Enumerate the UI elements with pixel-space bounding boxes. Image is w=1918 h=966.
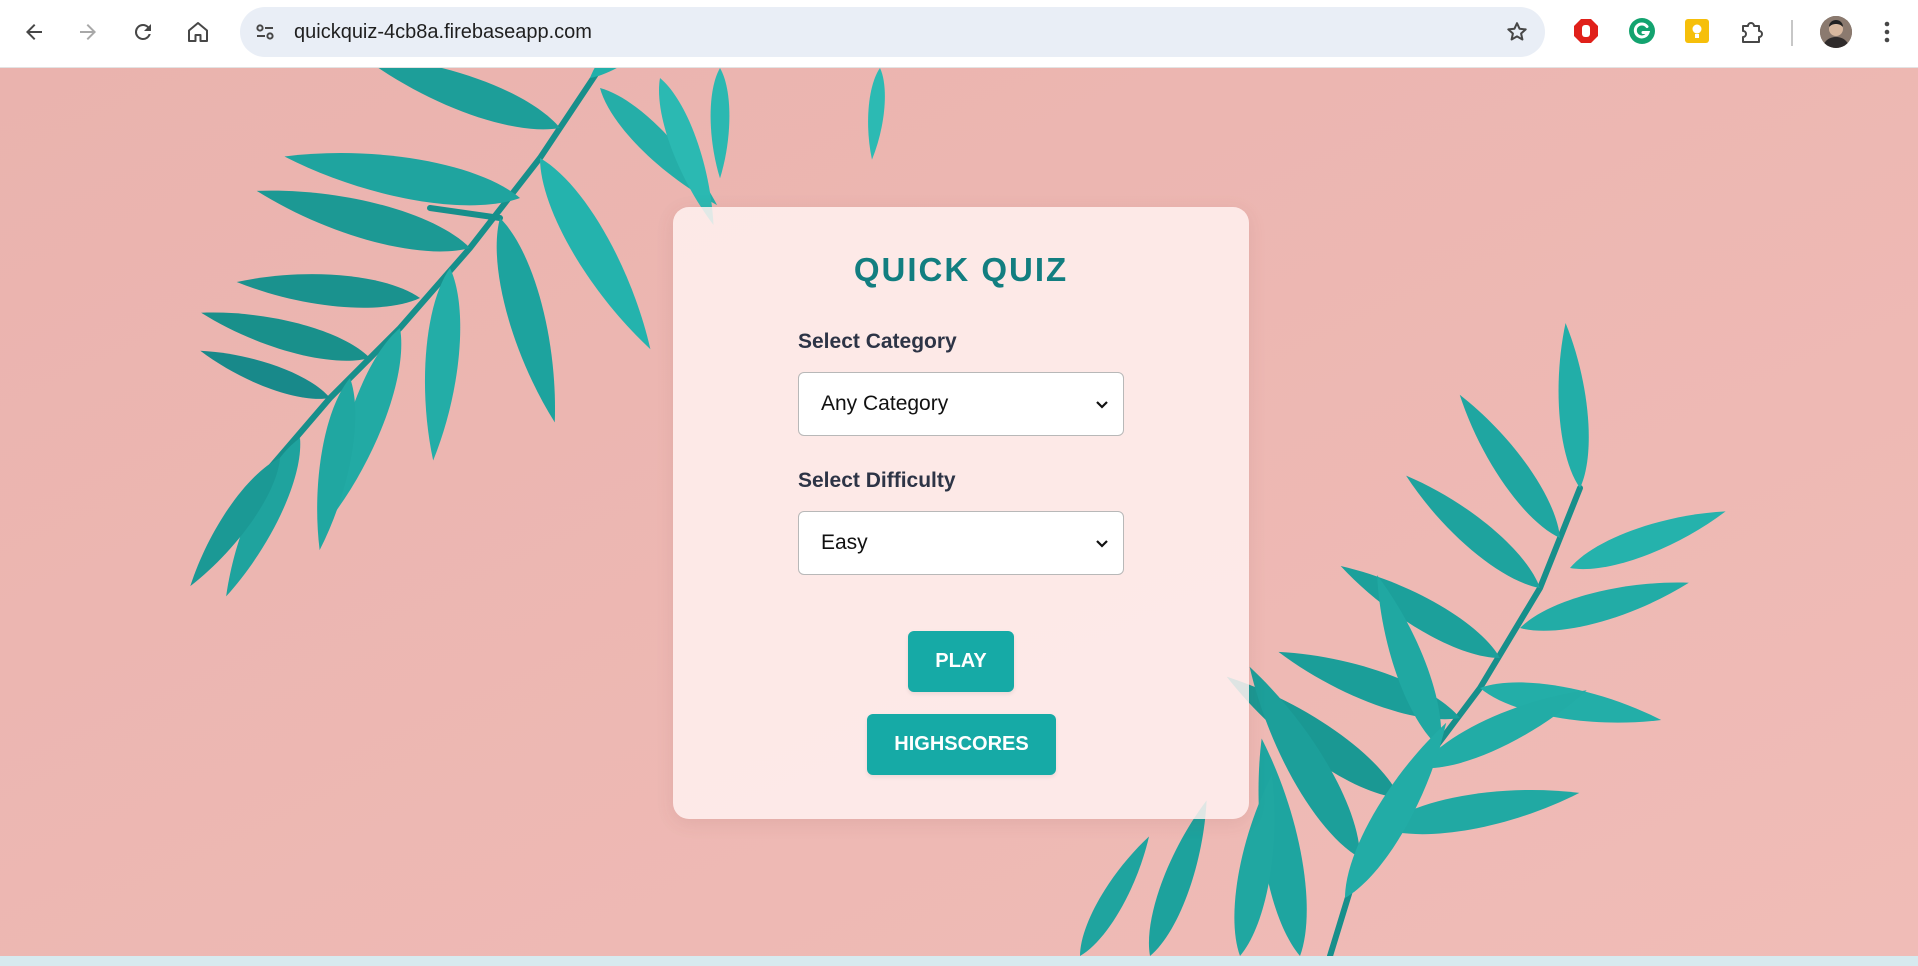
forward-arrow-icon (80, 24, 96, 40)
grammarly-extension[interactable] (1627, 16, 1657, 46)
keep-notes-icon (1685, 19, 1709, 43)
site-info-button[interactable] (240, 7, 290, 57)
address-bar[interactable]: quickquiz-4cb8a.firebaseapp.com (240, 7, 1545, 57)
reload-button[interactable] (121, 12, 165, 52)
home-button[interactable] (176, 12, 220, 52)
play-button[interactable]: PLAY (908, 631, 1014, 692)
highscores-button[interactable]: HIGHSCORES (867, 714, 1056, 775)
category-select[interactable]: Any Category (798, 372, 1124, 436)
difficulty-select-value: Easy (821, 531, 868, 554)
star-icon (1507, 22, 1527, 41)
keep-extension[interactable] (1682, 16, 1712, 46)
difficulty-select[interactable]: Easy (798, 511, 1124, 575)
bookmark-button[interactable] (1503, 18, 1531, 46)
category-select-value: Any Category (821, 392, 949, 415)
home-icon (188, 22, 208, 42)
forward-button[interactable] (66, 12, 110, 52)
profile-avatar[interactable] (1820, 16, 1852, 48)
browser-toolbar: quickquiz-4cb8a.firebaseapp.com (0, 0, 1918, 68)
reload-icon (134, 23, 151, 40)
url-text[interactable]: quickquiz-4cb8a.firebaseapp.com (290, 21, 592, 44)
page-bottom-strip (0, 956, 1918, 966)
adblock-extension[interactable] (1571, 16, 1601, 46)
difficulty-label: Select Difficulty (798, 469, 956, 492)
avatar-icon (1820, 16, 1852, 48)
browser-menu-button[interactable] (1872, 16, 1902, 48)
chevron-down-icon (1096, 401, 1108, 409)
extensions-button[interactable] (1737, 16, 1767, 46)
category-label: Select Category (798, 330, 957, 353)
chevron-down-icon (1096, 540, 1108, 548)
grammarly-icon (1629, 18, 1655, 44)
page-viewport: QUICK QUIZ Select Category Any Category … (0, 68, 1918, 956)
quiz-title: QUICK QUIZ (853, 251, 1069, 288)
toolbar-divider (1791, 20, 1793, 46)
back-arrow-icon (26, 24, 42, 40)
adblock-icon (1574, 19, 1598, 43)
back-button[interactable] (12, 12, 56, 52)
site-info-icon (256, 24, 274, 40)
quiz-card: QUICK QUIZ Select Category Any Category … (673, 207, 1249, 819)
more-vertical-icon (1884, 21, 1890, 43)
puzzle-icon (1742, 22, 1763, 43)
